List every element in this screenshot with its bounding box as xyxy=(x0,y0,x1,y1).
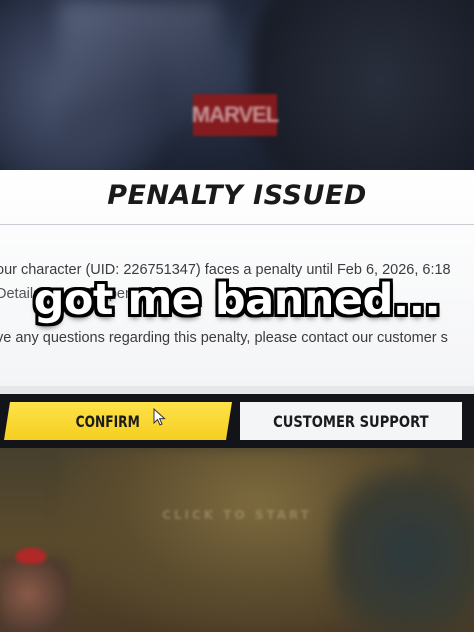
support-message: ve any questions regarding this penalty,… xyxy=(0,330,448,346)
customer-support-button[interactable]: CUSTOMER SUPPORT xyxy=(240,402,462,440)
blurred-light-shape xyxy=(60,0,220,170)
marvel-logo: MARVEL xyxy=(192,94,279,136)
blurred-character-shape xyxy=(250,0,474,172)
dialog-footer-rule xyxy=(0,386,474,394)
title-divider xyxy=(0,224,474,225)
confirm-button-label: CONFIRM xyxy=(75,411,141,431)
confirm-button[interactable]: CONFIRM xyxy=(4,402,232,440)
game-background-bottom: CLICK TO START xyxy=(0,448,474,632)
customer-support-label: CUSTOMER SUPPORT xyxy=(273,411,429,431)
blurred-scene-shadow xyxy=(330,468,474,632)
dialog-button-bar: CONFIRM CUSTOMER SUPPORT xyxy=(0,394,474,448)
mouse-pointer-icon xyxy=(153,408,166,426)
blurred-red-cap xyxy=(16,548,46,564)
video-caption: got me banned... xyxy=(33,275,441,325)
blurred-character-figure xyxy=(0,558,70,632)
game-background-top: MARVEL xyxy=(0,0,474,172)
dialog-title: PENALTY ISSUED xyxy=(107,180,367,211)
click-to-start-text: CLICK TO START xyxy=(162,508,312,522)
